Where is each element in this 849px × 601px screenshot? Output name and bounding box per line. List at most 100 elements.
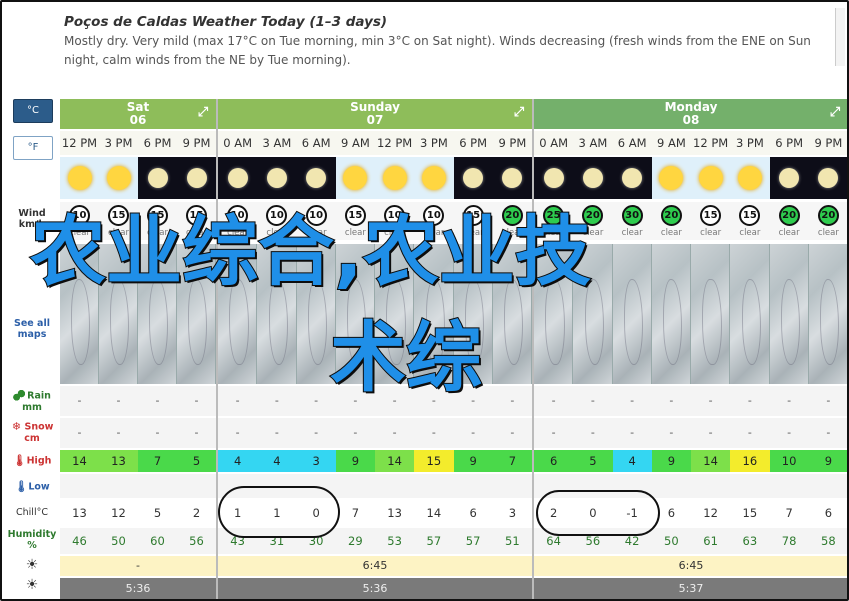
time-cell: 12 PM <box>61 136 98 150</box>
chill-cell: 12 <box>111 506 126 520</box>
rain-cell: - <box>194 394 199 407</box>
celsius-button[interactable]: °C <box>13 99 53 123</box>
time-cell: 9 AM <box>656 136 686 150</box>
rain-cell: - <box>708 394 713 407</box>
sun-icon <box>414 157 454 199</box>
sky-condition: clear <box>739 228 761 238</box>
snow-cell: - <box>669 426 674 439</box>
weather-map-thumbnail[interactable] <box>691 244 731 384</box>
rain-label: Rain mm <box>6 390 58 413</box>
high-temp-cell: 5 <box>573 450 613 472</box>
snow-cell: - <box>77 426 82 439</box>
low-temp-cell <box>375 474 414 498</box>
chill-cell: 7 <box>351 506 360 520</box>
snow-cell: - <box>155 426 160 439</box>
moon-icon <box>177 157 216 199</box>
high-temp-cell: 9 <box>335 450 375 472</box>
weather-map-thumbnail[interactable] <box>730 244 770 384</box>
sunset-time: 5:36 <box>362 582 388 595</box>
weather-map-thumbnail[interactable] <box>769 244 809 384</box>
time-cell: 9 AM <box>340 136 370 150</box>
low-temp-cell <box>336 474 375 498</box>
sunset-time: 5:36 <box>125 582 151 595</box>
day-header[interactable]: Monday 08 ⤢ <box>534 99 847 129</box>
sunrise-time: 6:45 <box>362 559 388 572</box>
forecast-widget: Poços de Caldas Weather Today (1–3 days)… <box>0 0 849 601</box>
rain-label-text: Rain mm <box>22 390 51 413</box>
snow-cell: - <box>116 426 121 439</box>
snow-label-text: Snow cm <box>24 421 54 444</box>
day-header[interactable]: Sat 06 ⤢ <box>60 99 216 129</box>
low-label: 🌡Low <box>6 481 58 493</box>
humidity-cell: 51 <box>505 534 520 548</box>
humidity-cell: 57 <box>426 534 442 548</box>
day-date: 07 <box>366 113 384 127</box>
high-temp-row: 6 5 4 9 14 16 10 9 <box>534 450 847 472</box>
humidity-row: 46 50 60 56 <box>60 528 216 554</box>
humidity-cell: 61 <box>703 534 718 548</box>
high-temp-cell: 15 <box>414 450 454 472</box>
weather-map-thumbnail[interactable] <box>651 244 691 384</box>
rain-cell: - <box>630 394 635 407</box>
snow-cell: - <box>471 426 476 439</box>
humidity-cell: 56 <box>189 534 204 548</box>
wind-cell: 20 clear <box>770 202 809 240</box>
low-temp-cell <box>770 474 809 498</box>
wind-direction-icon: 30 <box>621 205 643 226</box>
sunrise-row: 6:45 <box>534 556 847 576</box>
moon-shape <box>779 168 800 188</box>
moon-shape <box>227 168 248 188</box>
sun-shape <box>67 166 92 190</box>
moon-icon <box>453 157 493 199</box>
low-temp-cell <box>454 474 493 498</box>
sunrise-icon: ☀ <box>25 557 39 573</box>
rain-cell: - <box>747 394 752 407</box>
fahrenheit-button[interactable]: °F <box>13 136 53 160</box>
low-temp-cell <box>177 474 216 498</box>
expand-icon[interactable]: ⤢ <box>828 106 842 120</box>
wind-cell: 15 clear <box>691 202 730 240</box>
sky-condition: clear <box>778 228 800 238</box>
high-temp-row: 4 4 3 9 14 15 9 7 <box>218 450 532 472</box>
expand-icon[interactable]: ⤢ <box>196 106 210 120</box>
high-temp-cell: 3 <box>296 450 336 472</box>
weather-map-thumbnail[interactable] <box>808 244 847 384</box>
sun-icon <box>651 157 691 199</box>
low-temp-row <box>60 474 216 498</box>
see-all-maps-link[interactable]: See all maps <box>6 318 58 340</box>
expand-icon[interactable]: ⤢ <box>512 106 526 120</box>
time-cell: 3 PM <box>104 136 133 150</box>
chill-row: 13 12 5 2 <box>60 500 216 526</box>
sunset-row: 5:36 <box>218 578 532 599</box>
time-cell: 6 PM <box>459 136 488 150</box>
humidity-cell: 60 <box>150 534 165 548</box>
rain-cell: - <box>787 394 792 407</box>
time-cell: 6 PM <box>775 136 804 150</box>
low-temp-cell <box>730 474 769 498</box>
low-temp-cell <box>652 474 691 498</box>
rain-row: ---- <box>60 386 216 416</box>
scrollbar[interactable] <box>835 8 845 66</box>
low-label-text: Low <box>28 481 50 493</box>
moon-icon <box>138 157 177 199</box>
sun-shape <box>698 166 723 190</box>
moon-icon <box>769 157 809 199</box>
day-date: 06 <box>129 113 147 127</box>
wind-direction-icon: 15 <box>700 205 722 226</box>
moon-shape <box>306 168 327 188</box>
snow-cell: - <box>747 426 752 439</box>
day-header[interactable]: Sunday 07 ⤢ <box>218 99 532 129</box>
wind-direction-icon: 20 <box>778 205 800 226</box>
chill-cell: 7 <box>785 506 793 520</box>
sunrise-time: 6:45 <box>678 559 704 572</box>
weather-icon-row <box>534 157 847 199</box>
rain-row: -------- <box>534 386 847 416</box>
sunrise-time: - <box>136 559 140 572</box>
wind-cell: 30 clear <box>613 202 652 240</box>
weather-map-thumbnail[interactable] <box>612 244 652 384</box>
rain-cell: - <box>274 394 279 407</box>
weather-icon-row <box>218 157 532 199</box>
moon-shape <box>622 168 643 188</box>
high-temp-cell: 7 <box>492 450 532 472</box>
wind-direction-icon: 20 <box>660 205 682 226</box>
